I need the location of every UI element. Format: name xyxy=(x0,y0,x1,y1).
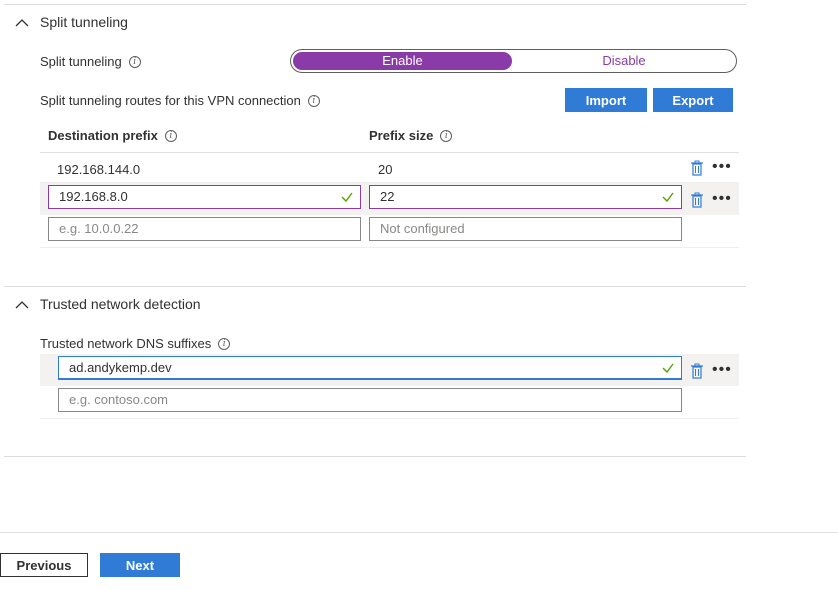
section-divider xyxy=(4,286,746,287)
info-icon[interactable]: i xyxy=(307,94,320,107)
new-size-input[interactable]: Not configured xyxy=(369,217,682,241)
section-divider xyxy=(4,456,746,457)
routes-label: Split tunneling routes for this VPN conn… xyxy=(40,93,320,108)
checkmark-icon xyxy=(662,192,674,203)
next-button[interactable]: Next xyxy=(100,553,180,577)
destination-prefix-header: Destination prefix i xyxy=(48,128,177,143)
info-icon[interactable]: i xyxy=(164,129,177,142)
chevron-up-icon[interactable] xyxy=(15,300,29,310)
more-options-icon[interactable]: ••• xyxy=(712,191,732,207)
dns-suffix-input-1[interactable]: ad.andykemp.dev xyxy=(58,356,682,380)
route-prefix-1: 192.168.144.0 xyxy=(57,162,141,177)
new-dns-suffix-input[interactable]: e.g. contoso.com xyxy=(58,388,682,412)
chevron-up-icon[interactable] xyxy=(15,18,29,28)
footer-divider xyxy=(0,532,838,533)
trash-icon[interactable] xyxy=(690,160,704,176)
more-options-icon[interactable]: ••• xyxy=(712,362,732,378)
split-tunneling-section-title[interactable]: Split tunneling xyxy=(40,14,128,30)
split-tunneling-label: Split tunneling i xyxy=(40,54,141,69)
trash-icon[interactable] xyxy=(690,363,704,379)
import-button[interactable]: Import xyxy=(565,88,647,112)
info-icon[interactable]: i xyxy=(440,129,453,142)
enable-option[interactable]: Enable xyxy=(293,52,512,70)
route-size-1: 20 xyxy=(378,162,393,177)
prefix-size-header: Prefix size i xyxy=(369,128,453,143)
trash-icon[interactable] xyxy=(690,192,704,208)
info-icon[interactable]: i xyxy=(128,55,141,68)
dns-suffixes-label: Trusted network DNS suffixes i xyxy=(40,336,231,351)
table-header-divider xyxy=(40,152,739,153)
more-options-icon[interactable]: ••• xyxy=(712,159,732,175)
top-divider xyxy=(4,4,746,5)
previous-button[interactable]: Previous xyxy=(0,553,88,577)
route-size-input-2[interactable]: 22 xyxy=(369,185,682,209)
route-prefix-input-2[interactable]: 192.168.8.0 xyxy=(48,185,361,209)
trusted-network-section-title[interactable]: Trusted network detection xyxy=(40,296,201,312)
new-prefix-input[interactable]: e.g. 10.0.0.22 xyxy=(48,217,361,241)
row-divider xyxy=(40,418,739,419)
split-tunneling-toggle[interactable]: Enable Disable xyxy=(290,49,737,73)
export-button[interactable]: Export xyxy=(653,88,733,112)
checkmark-icon xyxy=(341,192,353,203)
disable-option[interactable]: Disable xyxy=(513,52,735,70)
info-icon[interactable]: i xyxy=(218,337,231,350)
row-divider xyxy=(40,247,739,248)
checkmark-icon xyxy=(662,363,674,374)
